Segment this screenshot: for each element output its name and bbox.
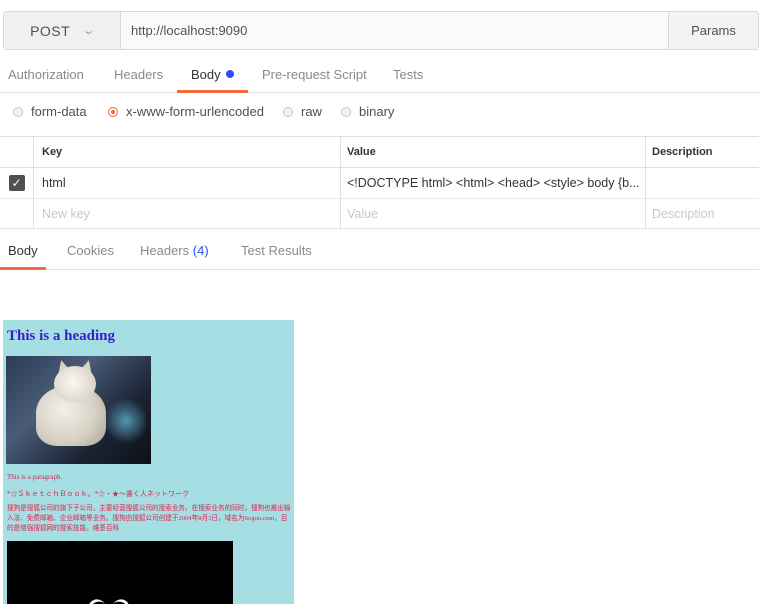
tab-authorization[interactable]: Authorization xyxy=(8,58,84,93)
description-cell[interactable] xyxy=(646,168,759,198)
preview-heading: This is a heading xyxy=(7,328,115,344)
tab-pre-request-script[interactable]: Pre-request Script xyxy=(262,58,367,93)
key-cell[interactable]: html xyxy=(34,168,341,198)
request-url-bar: POST ⌄ http://localhost:9090 Params xyxy=(3,11,759,50)
key-value-table: Key Value Description ✓ html <!DOCTYPE h… xyxy=(0,136,759,229)
radio-raw[interactable]: raw xyxy=(283,104,322,119)
new-description-input[interactable]: Description xyxy=(646,199,759,228)
header-key: Key xyxy=(34,137,341,167)
radio-label: x-www-form-urlencoded xyxy=(126,104,264,119)
cat-head xyxy=(54,366,96,402)
new-key-input[interactable]: New key xyxy=(34,199,341,228)
new-row-checkbox-cell xyxy=(0,199,34,228)
radio-selected-icon xyxy=(108,106,118,117)
table-row: ✓ html <!DOCTYPE html> <html> <head> <st… xyxy=(0,168,759,199)
radio-binary[interactable]: binary xyxy=(341,104,394,119)
modified-dot-icon xyxy=(225,70,234,78)
response-preview: This is a heading This is a paragraph. *… xyxy=(3,320,294,604)
preview-cat-image xyxy=(6,356,151,464)
url-input[interactable]: http://localhost:9090 xyxy=(121,12,668,49)
chevron-down-icon: ⌄ xyxy=(81,25,97,37)
value-cell[interactable]: <!DOCTYPE html> <html> <head> <style> bo… xyxy=(341,168,646,198)
response-tab-headers-label: Headers xyxy=(140,243,190,258)
tab-body-label: Body xyxy=(191,67,221,82)
method-label: POST xyxy=(30,22,71,39)
preview-paragraph: This is a paragraph. xyxy=(7,473,63,481)
image-arc xyxy=(84,595,112,604)
preview-black-image xyxy=(7,541,233,604)
header-checkbox-cell xyxy=(0,137,34,167)
new-row: New key Value Description xyxy=(0,199,759,228)
new-value-input[interactable]: Value xyxy=(341,199,646,228)
table-header-row: Key Value Description xyxy=(0,137,759,168)
radio-form-data[interactable]: form-data xyxy=(13,104,87,119)
radio-label: binary xyxy=(359,104,395,119)
checkbox-checked-icon[interactable]: ✓ xyxy=(8,175,25,191)
radio-circle-icon xyxy=(283,106,293,117)
radio-label: raw xyxy=(301,104,322,119)
response-tabs: Body Cookies Headers (4) Test Results xyxy=(0,233,759,270)
response-tab-headers[interactable]: Headers (4) xyxy=(140,233,209,270)
response-tab-cookies[interactable]: Cookies xyxy=(67,233,114,270)
method-selector[interactable]: POST ⌄ xyxy=(4,12,121,49)
radio-circle-icon xyxy=(341,106,351,117)
image-arc xyxy=(106,595,134,604)
preview-line-3: 搜狗是搜狐公司的旗下子公司，主要经营搜狐公司的搜索业务。在搜索业务的同时，搜狗也… xyxy=(7,505,291,532)
tab-body[interactable]: Body xyxy=(177,58,248,93)
headers-count-badge: (4) xyxy=(192,243,209,258)
request-tabs: Authorization Headers Body Pre-request S… xyxy=(0,58,759,93)
preview-line-2: *☆ＳｋｅｔｃｈＢｏｏｋ。*☆・★～書く人ネットワーク xyxy=(7,490,189,498)
params-button[interactable]: Params xyxy=(668,12,758,49)
response-tab-test-results[interactable]: Test Results xyxy=(241,233,312,270)
image-light xyxy=(106,396,146,446)
row-checkbox-cell: ✓ xyxy=(0,168,34,198)
radio-x-www-form-urlencoded[interactable]: x-www-form-urlencoded xyxy=(108,104,264,119)
header-value: Value xyxy=(341,137,646,167)
header-description: Description xyxy=(652,146,713,158)
tab-headers[interactable]: Headers xyxy=(114,58,163,93)
response-tab-body[interactable]: Body xyxy=(0,233,46,270)
radio-label: form-data xyxy=(31,104,87,119)
tab-tests[interactable]: Tests xyxy=(393,58,423,93)
radio-circle-icon xyxy=(13,106,23,117)
